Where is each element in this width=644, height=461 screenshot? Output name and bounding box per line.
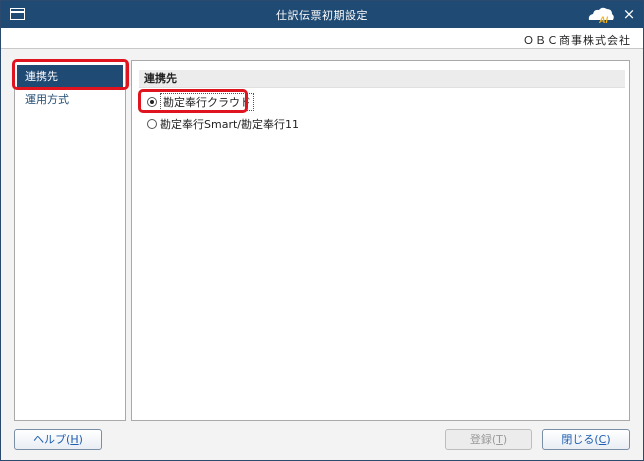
sidebar: 連携先 運用方式 <box>14 60 126 421</box>
company-name: ＯＢＣ商事株式会社 <box>523 34 631 47</box>
title-bar[interactable]: 仕訳伝票初期設定 AI × <box>1 1 643 28</box>
register-button-text: 登録( <box>469 433 497 446</box>
help-button[interactable]: ヘルプ(H) <box>14 429 102 450</box>
register-button-end: ) <box>502 433 508 446</box>
company-bar: ＯＢＣ商事株式会社 <box>1 28 643 49</box>
help-button-text: ヘルプ( <box>33 433 71 446</box>
option-label: 勘定奉行クラウド <box>160 93 254 111</box>
content-panel: 連携先 勘定奉行クラウド 勘定奉行Smart/勘定奉行11 <box>131 60 630 421</box>
sidebar-item-unyou-houshiki[interactable]: 運用方式 <box>17 89 123 113</box>
option-label: 勘定奉行Smart/勘定奉行11 <box>160 118 299 131</box>
register-button[interactable]: 登録(T) <box>445 429 532 450</box>
ai-cloud-logo: AI <box>588 7 614 25</box>
register-button-key: T <box>496 433 503 446</box>
radio-selected-icon[interactable] <box>147 97 157 107</box>
option-kanjo-bugyo-cloud[interactable]: 勘定奉行クラウド <box>147 93 254 111</box>
close-button-end: ) <box>606 433 611 446</box>
close-button[interactable]: 閉じる(C) <box>542 429 630 450</box>
ai-logo-text: AI <box>598 15 608 25</box>
close-button-text: 閉じる( <box>561 433 599 446</box>
window-title: 仕訳伝票初期設定 <box>276 9 368 22</box>
help-button-end: ) <box>78 433 83 446</box>
help-button-key: H <box>70 433 79 446</box>
sidebar-item-renkeisaki[interactable]: 連携先 <box>17 65 123 89</box>
radio-unselected-icon[interactable] <box>147 119 157 129</box>
section-title: 連携先 <box>139 70 625 88</box>
option-kanjo-bugyo-smart[interactable]: 勘定奉行Smart/勘定奉行11 <box>147 116 299 132</box>
dialog-window: 仕訳伝票初期設定 AI × ＯＢＣ商事株式会社 連携先 運用方式 連携先 勘定奉… <box>0 0 644 461</box>
close-window-icon[interactable]: × <box>620 5 638 23</box>
